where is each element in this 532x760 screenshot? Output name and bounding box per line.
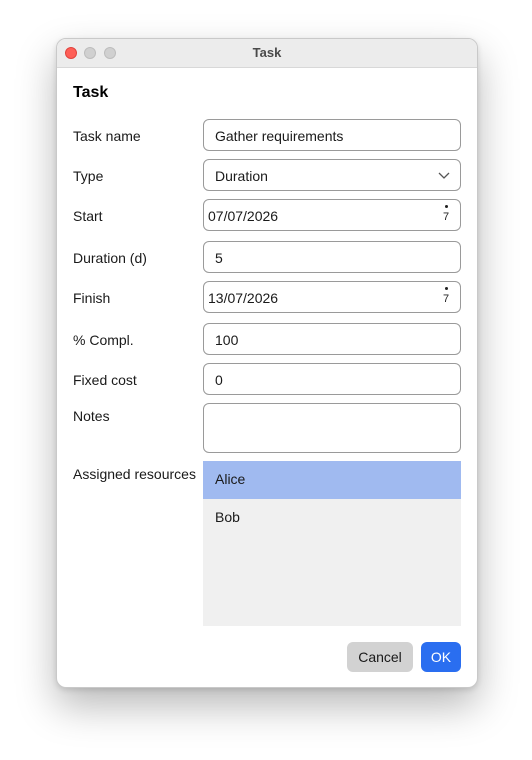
finish-date-field[interactable]: 13/07/2026 7 bbox=[203, 281, 461, 313]
task-name-value: Gather requirements bbox=[215, 128, 344, 144]
type-label: Type bbox=[73, 168, 104, 184]
list-item-alice[interactable]: Alice bbox=[203, 461, 461, 499]
start-date-spinner[interactable]: 7 bbox=[442, 203, 450, 223]
type-select[interactable]: Duration bbox=[203, 159, 461, 191]
finish-spinner-text: 7 bbox=[442, 293, 450, 305]
start-date-value: 07/07/2026 bbox=[208, 208, 279, 224]
fixed-cost-label: Fixed cost bbox=[73, 372, 137, 388]
percent-complete-value: 100 bbox=[215, 332, 239, 348]
start-spinner-text: 7 bbox=[442, 211, 450, 223]
title-bar[interactable]: Task bbox=[57, 39, 477, 68]
list-item-label: Alice bbox=[215, 471, 246, 487]
start-date-field[interactable]: 07/07/2026 7 bbox=[203, 199, 461, 231]
duration-input[interactable]: 5 bbox=[203, 241, 461, 273]
assigned-resources-list[interactable]: Alice Bob bbox=[203, 461, 461, 626]
finish-date-spinner[interactable]: 7 bbox=[442, 285, 450, 305]
duration-value: 5 bbox=[215, 250, 223, 266]
dialog-heading: Task bbox=[73, 84, 109, 101]
task-dialog-window: Task Task Task name Gather requirements … bbox=[56, 38, 478, 688]
ok-button[interactable]: OK bbox=[421, 642, 461, 672]
notes-textarea[interactable] bbox=[203, 403, 461, 453]
cancel-button[interactable]: Cancel bbox=[347, 642, 413, 672]
task-name-label: Task name bbox=[73, 128, 141, 144]
list-item-label: Bob bbox=[215, 509, 240, 525]
spinner-dot-icon bbox=[444, 287, 448, 290]
assigned-resources-label: Assigned resources bbox=[73, 466, 196, 482]
percent-complete-input[interactable]: 100 bbox=[203, 323, 461, 355]
start-label: Start bbox=[73, 208, 103, 224]
notes-label: Notes bbox=[73, 408, 110, 424]
spinner-dot-icon bbox=[444, 205, 448, 208]
fixed-cost-input[interactable]: 0 bbox=[203, 363, 461, 395]
window-title: Task bbox=[252, 45, 282, 60]
list-item-bob[interactable]: Bob bbox=[203, 499, 461, 537]
chevron-down-icon bbox=[438, 172, 450, 179]
finish-date-value: 13/07/2026 bbox=[208, 290, 279, 306]
duration-label: Duration (d) bbox=[73, 250, 147, 266]
percent-complete-label: % Compl. bbox=[73, 332, 134, 348]
fixed-cost-value: 0 bbox=[215, 372, 223, 388]
type-value: Duration bbox=[215, 168, 268, 184]
finish-label: Finish bbox=[73, 290, 111, 306]
task-name-input[interactable]: Gather requirements bbox=[203, 119, 461, 151]
